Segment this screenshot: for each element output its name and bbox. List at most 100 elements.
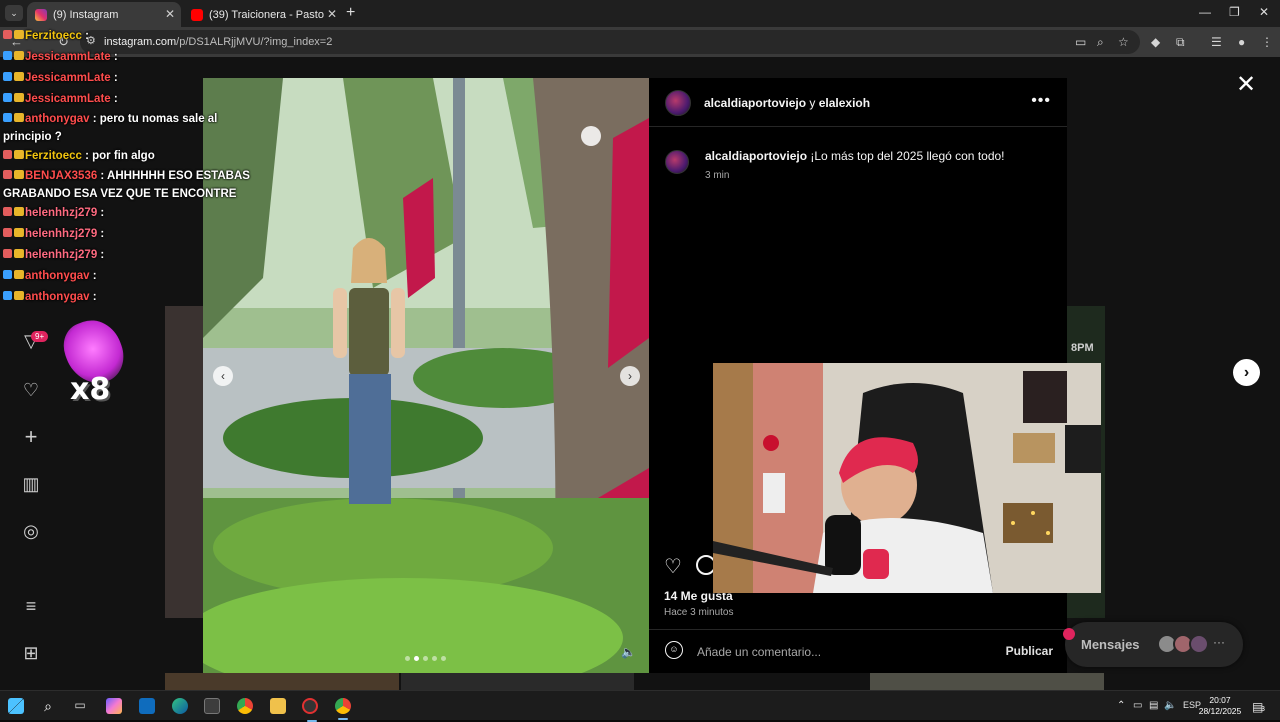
browser-tab-strip: ⌄ (9) Instagram ✕ (39) Traicionera - Pas… — [0, 0, 1280, 27]
chat-sub-badge-icon — [14, 51, 24, 60]
minimize-button[interactable]: — — [1199, 5, 1211, 19]
outlook-icon[interactable] — [139, 698, 155, 714]
windows-taskbar: ⌕ ▭ ⌃ ▭ ▤ 🔈 ESP 20:07 28/12/2025 ▤ 3 — [0, 690, 1280, 722]
author-name[interactable]: alcaldiaportoviejo — [704, 96, 806, 110]
volume-icon[interactable]: 🔈 — [1164, 700, 1176, 711]
browser-menu-icon[interactable]: ⋮ — [1261, 35, 1273, 49]
chat-sub-badge-icon — [14, 291, 24, 300]
start-windows-icon[interactable] — [8, 698, 24, 714]
instagram-apps-icon[interactable]: ⊞ — [20, 642, 42, 664]
chat-badge-icons — [3, 26, 25, 47]
chat-badge-icons — [3, 203, 25, 224]
chat-message: helenhhzj279 : — [3, 245, 268, 266]
instagram-dashboard-icon[interactable]: ▥ — [20, 473, 42, 495]
cast-icon[interactable]: ▭ — [1075, 35, 1086, 49]
chat-separator: : — [81, 30, 89, 42]
close-viewer-icon[interactable]: ✕ — [1236, 70, 1256, 99]
caption-username[interactable]: alcaldiaportoviejo — [705, 149, 807, 163]
chrome-active-icon[interactable] — [335, 698, 351, 720]
task-view-icon[interactable]: ▭ — [72, 698, 88, 714]
tab-youtube[interactable]: (39) Traicionera - Pastor López ✕ — [183, 2, 343, 27]
chat-role-badge-icon — [3, 51, 12, 60]
footer-divider — [649, 629, 1067, 630]
chat-message: JessicammLate : — [3, 68, 268, 89]
file-explorer-icon[interactable] — [270, 698, 286, 714]
next-post-button[interactable]: › — [1233, 359, 1260, 386]
chat-username: anthonygav — [25, 113, 90, 125]
tab-search-button[interactable]: ⌄ — [5, 5, 23, 21]
store-icon[interactable] — [204, 698, 220, 714]
system-clock[interactable]: 20:07 28/12/2025 — [1198, 695, 1242, 717]
extensions-puzzle-icon[interactable]: ⧉ — [1176, 35, 1185, 50]
bookmark-star-icon[interactable]: ☆ — [1118, 35, 1129, 49]
collaborator-name[interactable]: elalexioh — [819, 96, 870, 110]
post-timestamp: Hace 3 minutos — [664, 607, 734, 618]
chat-username: JessicammLate — [25, 51, 111, 63]
streamer-webcam — [713, 363, 1101, 593]
comment-input[interactable] — [697, 642, 997, 662]
chat-message: BENJAX3536 : AHHHHHH ESO ESTABAS GRABAND… — [3, 167, 268, 203]
carousel-dot — [405, 656, 410, 661]
chat-role-badge-icon — [3, 113, 12, 122]
chat-badge-icons — [3, 245, 25, 266]
copilot-icon[interactable] — [106, 698, 122, 714]
obs-icon[interactable] — [302, 698, 318, 722]
extension-diamond-icon[interactable]: ◆ — [1151, 35, 1160, 49]
chat-separator: : — [89, 291, 97, 303]
tab-close-icon[interactable]: ✕ — [165, 7, 175, 21]
chrome-icon[interactable] — [237, 698, 253, 714]
zoom-icon[interactable]: ⌕ — [1097, 35, 1104, 50]
publish-button[interactable]: Publicar — [1006, 644, 1053, 658]
chat-separator: : — [81, 150, 93, 162]
author-joiner: y — [809, 96, 816, 110]
network-icon[interactable]: ▤ — [1149, 700, 1158, 711]
messages-more-icon[interactable]: ··· — [1213, 635, 1225, 649]
chat-sub-badge-icon — [14, 249, 24, 258]
chat-badge-icons — [3, 89, 25, 110]
instagram-heart-icon[interactable]: ♡ — [20, 379, 42, 401]
instagram-create-icon[interactable]: + — [20, 426, 42, 448]
chat-role-badge-icon — [3, 72, 12, 81]
post-authors[interactable]: alcaldiaportoviejo y elalexioh — [704, 96, 870, 110]
chat-sub-badge-icon — [14, 72, 24, 81]
reading-list-icon[interactable]: ☰ — [1211, 35, 1222, 49]
chat-sub-badge-icon — [14, 207, 24, 216]
chat-badge-icons — [3, 287, 25, 308]
like-heart-icon[interactable]: ♡ — [664, 554, 682, 579]
carousel-prev-button[interactable]: ‹ — [213, 366, 233, 386]
background-grid-thumb — [401, 673, 634, 690]
window-close-button[interactable]: ✕ — [1259, 5, 1269, 19]
new-tab-button[interactable]: + — [346, 4, 355, 22]
messages-button[interactable]: Mensajes ··· — [1063, 622, 1243, 667]
chat-separator: : — [89, 270, 97, 282]
emoji-icon[interactable]: ☺ — [665, 641, 683, 659]
chat-sub-badge-icon — [14, 30, 24, 39]
author-avatar[interactable] — [665, 90, 691, 116]
chat-separator: : — [110, 93, 118, 105]
clock-date: 28/12/2025 — [1198, 706, 1242, 716]
caption-avatar[interactable] — [665, 150, 689, 174]
chat-sub-badge-icon — [14, 113, 24, 122]
tray-display-icon[interactable]: ▭ — [1133, 700, 1142, 711]
audio-muted-icon[interactable]: 🔈 — [621, 645, 636, 659]
chat-separator: : — [97, 170, 108, 182]
chat-separator: : — [89, 113, 100, 125]
background-grid-thumb — [870, 673, 1104, 690]
restore-button[interactable]: ❐ — [1229, 5, 1240, 19]
profile-icon[interactable]: ● — [1238, 35, 1245, 49]
tab-instagram[interactable]: (9) Instagram ✕ — [27, 2, 181, 27]
edge-icon[interactable] — [172, 698, 188, 714]
chat-username: helenhhzj279 — [25, 249, 98, 261]
carousel-dot-active — [414, 656, 419, 661]
search-icon[interactable]: ⌕ — [40, 698, 56, 714]
carousel-next-button[interactable]: › — [620, 366, 640, 386]
tab-close-icon[interactable]: ✕ — [327, 7, 337, 21]
background-post-text: 8PM — [1071, 342, 1094, 354]
instagram-profile-icon[interactable]: ◎ — [20, 520, 42, 542]
more-options-icon[interactable]: ••• — [1031, 92, 1051, 110]
chat-badge-icons — [3, 146, 25, 167]
notification-count-badge: 9+ — [31, 331, 49, 342]
instagram-more-menu-icon[interactable]: ≡ — [20, 595, 42, 617]
chat-username: Ferzitoecc — [25, 150, 82, 162]
tray-chevron-icon[interactable]: ⌃ — [1117, 700, 1125, 711]
